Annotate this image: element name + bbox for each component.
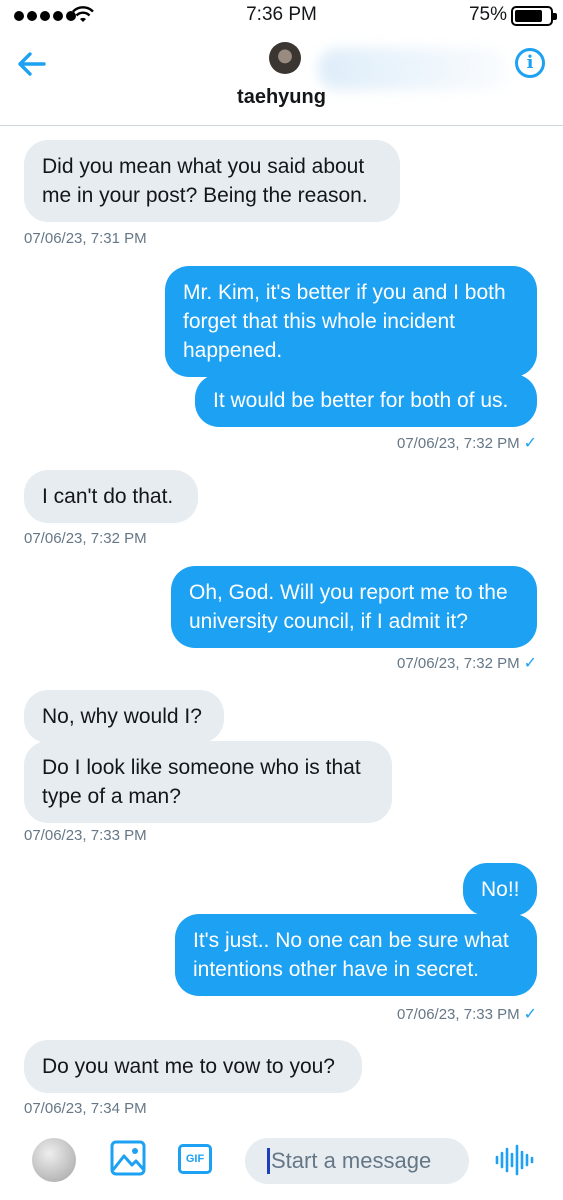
message-composer: GIF Start a message <box>0 1126 563 1200</box>
message-bubble-incoming[interactable]: I can't do that. <box>24 470 198 523</box>
timestamp-text: 07/06/23, 7:32 PM <box>397 655 520 672</box>
info-icon[interactable]: i <box>515 48 545 78</box>
message-timestamp: 07/06/23, 7:31 PM <box>24 230 147 247</box>
status-bar: 7:36 PM 75% <box>0 0 563 34</box>
image-icon[interactable] <box>110 1140 146 1176</box>
message-bubble-outgoing[interactable]: Mr. Kim, it's better if you and I both f… <box>165 266 537 377</box>
gif-button[interactable]: GIF <box>178 1144 212 1174</box>
message-bubble-incoming[interactable]: No, why would I? <box>24 690 224 743</box>
conversation-header: taehyung i <box>0 34 563 126</box>
blurred-area <box>318 48 508 90</box>
message-input-placeholder: Start a message <box>271 1148 432 1173</box>
contact-name[interactable]: taehyung <box>0 86 563 109</box>
message-input[interactable]: Start a message <box>245 1138 469 1184</box>
voice-waveform-icon[interactable] <box>494 1144 534 1176</box>
message-timestamp: 07/06/23, 7:32 PM <box>24 530 147 547</box>
message-bubble-incoming[interactable]: Do I look like someone who is that type … <box>24 741 392 823</box>
timestamp-text: 07/06/23, 7:32 PM <box>397 435 520 452</box>
message-timestamp: 07/06/23, 7:33 PM <box>24 827 147 844</box>
message-timestamp: 07/06/23, 7:34 PM <box>24 1100 147 1117</box>
user-avatar[interactable] <box>32 1138 76 1182</box>
read-check-icon: ✓ <box>523 435 537 452</box>
read-check-icon: ✓ <box>523 1006 537 1023</box>
text-caret <box>267 1148 270 1174</box>
timestamp-text: 07/06/23, 7:33 PM <box>397 1006 520 1023</box>
battery-icon <box>511 6 557 26</box>
battery-percent: 75% <box>468 4 507 25</box>
message-timestamp: 07/06/23, 7:32 PM ✓ <box>397 433 537 453</box>
read-check-icon: ✓ <box>523 655 537 672</box>
message-bubble-outgoing[interactable]: It's just.. No one can be sure what inte… <box>175 914 537 996</box>
message-bubble-incoming[interactable]: Do you want me to vow to you? <box>24 1040 362 1093</box>
back-arrow-icon[interactable] <box>14 46 50 82</box>
contact-avatar[interactable] <box>269 42 301 74</box>
message-timestamp: 07/06/23, 7:33 PM ✓ <box>397 1004 537 1024</box>
message-bubble-outgoing[interactable]: It would be better for both of us. <box>195 374 537 427</box>
message-bubble-outgoing[interactable]: No!! <box>463 863 537 916</box>
message-timestamp: 07/06/23, 7:32 PM ✓ <box>397 653 537 673</box>
message-bubble-outgoing[interactable]: Oh, God. Will you report me to the unive… <box>171 566 537 648</box>
message-bubble-incoming[interactable]: Did you mean what you said about me in y… <box>24 140 400 222</box>
